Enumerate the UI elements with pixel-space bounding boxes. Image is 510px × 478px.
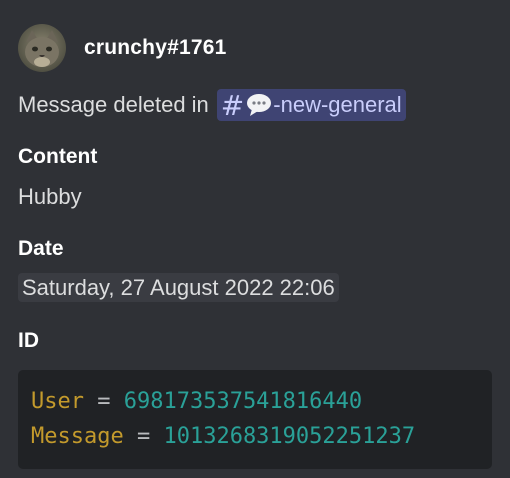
field-content-name: Content <box>18 145 98 168</box>
user-id-value: 698173537541816440 <box>123 389 363 414</box>
message-id-value: 1013268319052251237 <box>163 424 416 449</box>
embed-description: Message deleted in # -new-general <box>18 88 406 122</box>
embed-author: crunchy#1761 <box>18 24 227 72</box>
speech-balloon-icon <box>246 92 272 118</box>
field-id-name: ID <box>18 329 39 352</box>
code-line-user: User = 698173537541816440 <box>31 384 479 419</box>
channel-hash: # <box>220 88 245 122</box>
field-content-value: Hubby <box>18 184 82 209</box>
avatar[interactable] <box>18 24 66 72</box>
log-embed: crunchy#1761 Message deleted in # -new-g… <box>0 0 510 478</box>
code-line-message: Message = 1013268319052251237 <box>31 419 479 454</box>
channel-name: -new-general <box>273 92 402 117</box>
user-equals: = <box>97 389 111 414</box>
message-equals: = <box>136 424 151 449</box>
description-text: Message deleted in <box>18 92 209 117</box>
user-key: User <box>31 389 84 414</box>
channel-mention[interactable]: # -new-general <box>216 88 406 122</box>
field-date-value: Saturday, 27 August 2022 22:06 <box>18 273 339 302</box>
id-code-block: User = 698173537541816440 Message = 1013… <box>18 370 492 469</box>
author-name[interactable]: crunchy#1761 <box>84 36 227 60</box>
timestamp[interactable]: Saturday, 27 August 2022 22:06 <box>18 273 339 302</box>
message-key: Message <box>31 424 124 449</box>
field-date-name: Date <box>18 237 64 260</box>
